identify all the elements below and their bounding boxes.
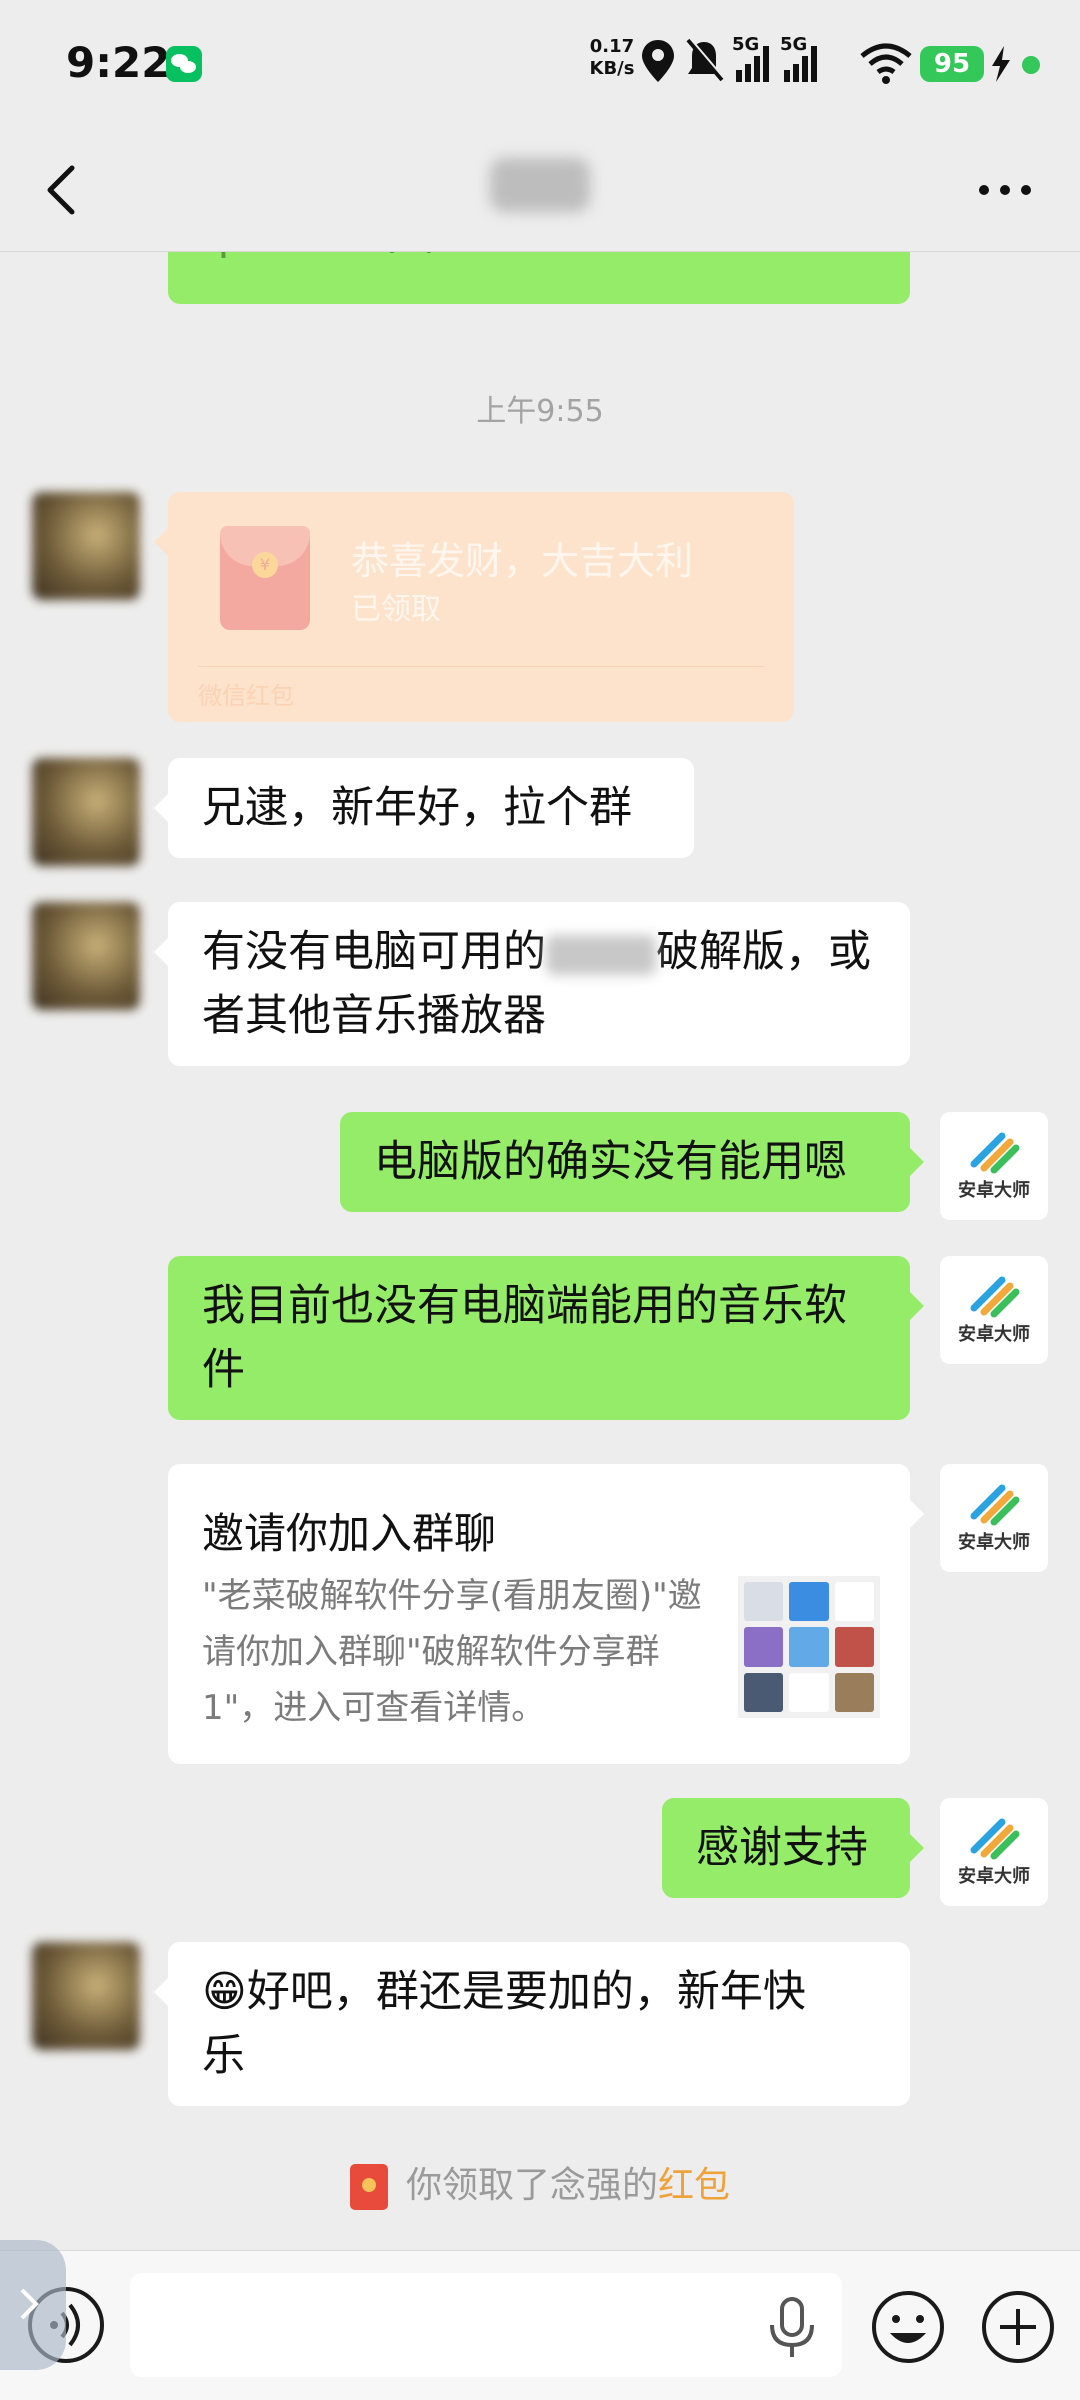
message-text: 感谢支持 xyxy=(696,1823,868,1873)
thumbnail-cell xyxy=(834,1672,874,1712)
system-notice-text: 你领取了念强的 xyxy=(405,2165,658,2206)
message-bubble-other[interactable]: 😁好吧，群还是要加的，新年快 乐 xyxy=(154,1942,910,2106)
message-bubble-self[interactable]: 感谢支持 xyxy=(662,1798,924,1898)
self-avatar[interactable]: 安卓大师 xyxy=(940,1798,1048,1906)
thumbnail-cell xyxy=(834,1582,874,1622)
charging-icon xyxy=(992,46,1010,82)
message-text-line: 我目前也没有电脑端能用的音乐软 xyxy=(202,1281,847,1331)
redacted-text xyxy=(546,934,656,975)
more-icon[interactable] xyxy=(970,160,1040,220)
plus-icon[interactable] xyxy=(978,2287,1058,2367)
message-text: 兄逮，新年好，拉个群 xyxy=(202,783,632,833)
message-input[interactable] xyxy=(130,2273,842,2377)
self-avatar-label: 安卓大师 xyxy=(958,1532,1030,1553)
contact-avatar[interactable] xyxy=(32,492,140,600)
self-avatar[interactable]: 安卓大师 xyxy=(940,1112,1048,1220)
self-avatar-label: 安卓大师 xyxy=(958,1866,1030,1887)
thumbnail-cell xyxy=(744,1627,784,1667)
network-type-label: 5G xyxy=(732,34,759,55)
network-speed-unit: KB/s xyxy=(589,58,635,79)
message-text-line: 有没有电脑可用的 xyxy=(202,927,546,977)
red-packet-title: 恭喜发财，大吉大利 xyxy=(351,539,694,583)
red-packet-footer: 微信红包 xyxy=(198,682,294,710)
network-speed: 0.17 KB/s xyxy=(586,36,638,80)
chevron-right-icon xyxy=(20,2288,39,2320)
red-packet-status: 已领取 xyxy=(351,592,441,627)
invite-description: "老菜破解软件分享(看朋友圈)"邀请你加入群聊"破解软件分享群1"，进入可查看详… xyxy=(202,1576,702,1728)
input-bar xyxy=(0,2250,1080,2400)
invite-title: 邀请你加入群聊 xyxy=(202,1509,497,1558)
message-timestamp: 上午9:55 xyxy=(476,394,604,429)
thumbnail-cell xyxy=(834,1627,874,1667)
signal-icon: 5G xyxy=(780,34,817,82)
chat-nav-bar xyxy=(0,130,1080,252)
chat-title-redacted xyxy=(490,158,590,212)
signal-icon: 5G xyxy=(732,34,769,82)
chevron-left-icon[interactable] xyxy=(36,160,96,220)
message-bubble-self[interactable]: 我目前也没有电脑端能用的音乐软 件 xyxy=(168,1256,924,1420)
chat-message-area[interactable]: quark.cn/s/dab0b21b945d 上午9:55 恭喜发财，大吉大利… xyxy=(0,0,1080,2250)
thumbnail-cell xyxy=(744,1582,784,1622)
thumbnail-cell xyxy=(789,1582,829,1622)
contact-avatar[interactable] xyxy=(32,758,140,866)
self-avatar[interactable]: 安卓大师 xyxy=(940,1464,1048,1572)
red-envelope-icon xyxy=(220,526,310,630)
brand-logo-icon xyxy=(970,1132,1020,1174)
contact-avatar[interactable] xyxy=(32,1942,140,2050)
bell-mute-icon xyxy=(686,37,725,82)
message-text-line: 破解版，或 xyxy=(656,927,871,977)
emoji-icon[interactable] xyxy=(868,2287,948,2367)
red-packet-link[interactable]: 红包 xyxy=(658,2165,730,2206)
wifi-icon xyxy=(860,43,912,84)
thumbnail-cell xyxy=(744,1672,784,1712)
brand-logo-icon xyxy=(970,1484,1020,1526)
network-type-label: 5G xyxy=(780,34,807,55)
red-packet-card[interactable]: 恭喜发财，大吉大利 已领取 微信红包 xyxy=(154,492,794,722)
self-avatar-label: 安卓大师 xyxy=(958,1324,1030,1345)
self-avatar-label: 安卓大师 xyxy=(958,1180,1030,1201)
status-time: 9:22 xyxy=(66,38,171,87)
message-text-line: 乐 xyxy=(202,2031,245,2081)
message-bubble-other[interactable]: 兄逮，新年好，拉个群 xyxy=(154,758,694,858)
contact-avatar[interactable] xyxy=(32,902,140,1010)
message-text-line: 件 xyxy=(202,1345,245,1395)
thumbnail-cell xyxy=(789,1672,829,1712)
message-text: 电脑版的确实没有能用嗯 xyxy=(374,1137,847,1187)
red-packet-small-icon xyxy=(349,2164,388,2210)
privacy-indicator-dot xyxy=(1022,56,1040,74)
grin-emoji-icon: 😁 xyxy=(202,1967,247,2017)
self-avatar[interactable]: 安卓大师 xyxy=(940,1256,1048,1364)
battery-icon: 95 xyxy=(920,46,984,82)
red-packet-divider xyxy=(198,666,764,667)
message-bubble-self[interactable]: 电脑版的确实没有能用嗯 xyxy=(340,1112,924,1212)
group-invite-card[interactable]: 邀请你加入群聊 "老菜破解软件分享(看朋友圈)"邀请你加入群聊"破解软件分享群1… xyxy=(168,1464,924,1764)
system-notice: 你领取了念强的红包 xyxy=(0,2156,1080,2210)
status-icons: 5G 5G xyxy=(642,34,912,84)
message-bubble-other[interactable]: 有没有电脑可用的 破解版，或 者其他音乐播放器 xyxy=(154,902,910,1066)
brand-logo-icon xyxy=(970,1276,1020,1318)
location-icon xyxy=(642,40,674,82)
thumbnail-cell xyxy=(789,1627,829,1667)
message-text-line: 好吧，群还是要加的，新年快 xyxy=(246,1967,806,2017)
group-thumbnail xyxy=(738,1576,880,1718)
message-text-line: 者其他音乐播放器 xyxy=(202,991,546,1041)
status-bar: 9:22 0.17 KB/s 5G 5G 95 xyxy=(0,0,1080,130)
edge-gesture-handle[interactable] xyxy=(0,2240,66,2370)
network-speed-value: 0.17 xyxy=(589,36,635,57)
mic-icon[interactable] xyxy=(762,2293,822,2363)
brand-logo-icon xyxy=(970,1818,1020,1860)
wechat-notification-icon xyxy=(166,46,202,82)
